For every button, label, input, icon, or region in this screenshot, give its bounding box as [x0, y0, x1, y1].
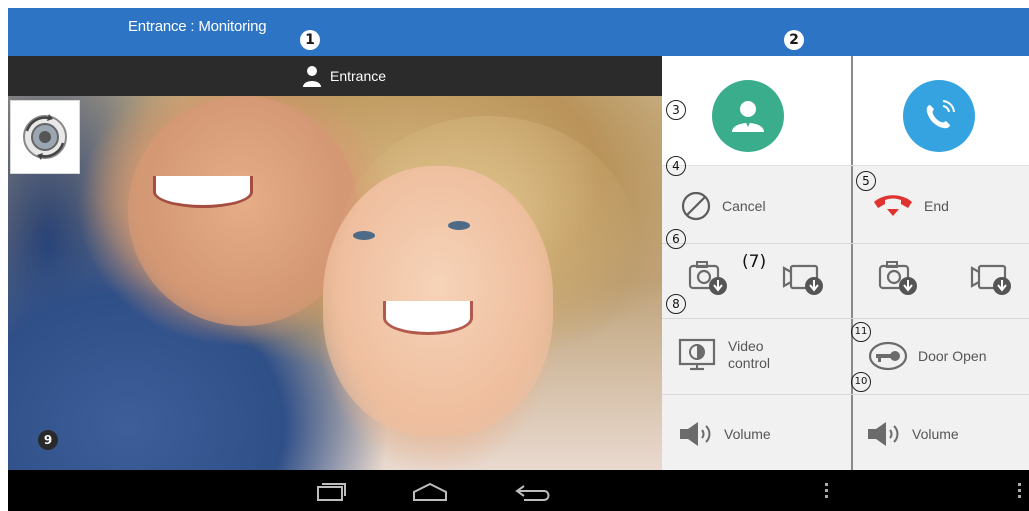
snapshot-button[interactable]: [688, 260, 728, 301]
record-button[interactable]: [782, 260, 824, 301]
phone-icon: [926, 100, 955, 129]
volume-icon: [868, 422, 899, 446]
video-control-label-line2: control: [728, 355, 771, 371]
callout-4: 4: [666, 156, 686, 176]
row-separator: [662, 165, 1029, 166]
call-button[interactable]: [903, 80, 975, 152]
menu-icon[interactable]: [825, 483, 829, 501]
row-separator: [662, 394, 1029, 395]
video-record-icon: [782, 264, 823, 295]
volume-button[interactable]: Volume: [678, 420, 771, 448]
callout-8: 8: [666, 294, 686, 314]
system-nav-bar: [8, 470, 1029, 511]
camera-image-eye: [353, 231, 375, 240]
callout-1: 1: [300, 30, 320, 50]
door-open-button[interactable]: Door Open: [868, 341, 986, 371]
volume-label: Volume: [724, 426, 771, 442]
snapshot-save-icon: [878, 261, 917, 295]
camera-image-smile: [383, 301, 473, 335]
video-record-icon: [970, 264, 1011, 295]
callout-6: 6: [666, 229, 686, 249]
video-control-label-line1: Video: [728, 338, 764, 354]
volume-icon: [680, 422, 711, 446]
volume-button-2[interactable]: Volume: [866, 420, 959, 448]
snapshot-button-2[interactable]: [878, 260, 918, 301]
callout-5: 5: [856, 171, 876, 191]
cancel-icon: [681, 191, 711, 221]
person-icon: [303, 66, 321, 87]
row-separator: [662, 318, 1029, 319]
camera-rotate-icon: [23, 114, 67, 160]
end-label: End: [924, 198, 949, 214]
snapshot-save-icon: [688, 261, 727, 295]
video-control-button[interactable]: Video control: [678, 337, 770, 373]
row-separator: [662, 243, 1029, 244]
camera-header: Entrance: [8, 56, 662, 96]
end-call-button[interactable]: End: [872, 192, 949, 220]
hang-up-icon: [874, 195, 912, 216]
video-control-label: Video control: [728, 338, 770, 372]
window-title: Entrance : Monitoring: [128, 18, 267, 35]
recent-apps-icon[interactable]: [314, 482, 348, 502]
column-divider: [851, 56, 853, 470]
accept-call-button[interactable]: [712, 80, 784, 152]
callout-3: 3: [666, 100, 686, 120]
record-button-2[interactable]: [970, 260, 1012, 301]
callout-2: 2: [784, 30, 804, 50]
camera-rotate-button[interactable]: [10, 100, 80, 174]
camera-feed: [8, 96, 662, 470]
callout-10: 10: [851, 372, 871, 392]
callout-9: 9: [38, 430, 58, 450]
camera-image-eye: [448, 221, 470, 230]
callout-7: (7): [742, 252, 767, 272]
callout-11: 11: [851, 322, 871, 342]
back-icon[interactable]: [514, 482, 554, 502]
cancel-label: Cancel: [722, 198, 766, 214]
door-key-icon: [868, 341, 908, 371]
door-open-label: Door Open: [918, 348, 987, 364]
camera-image-smile: [153, 176, 253, 208]
video-control-icon: [678, 338, 716, 371]
volume-label-2: Volume: [912, 426, 959, 442]
camera-name-label: Entrance: [330, 68, 387, 84]
person-icon: [732, 101, 764, 132]
menu-icon-2[interactable]: [1018, 483, 1022, 501]
home-icon[interactable]: [412, 482, 448, 502]
cancel-button[interactable]: Cancel: [680, 190, 766, 222]
